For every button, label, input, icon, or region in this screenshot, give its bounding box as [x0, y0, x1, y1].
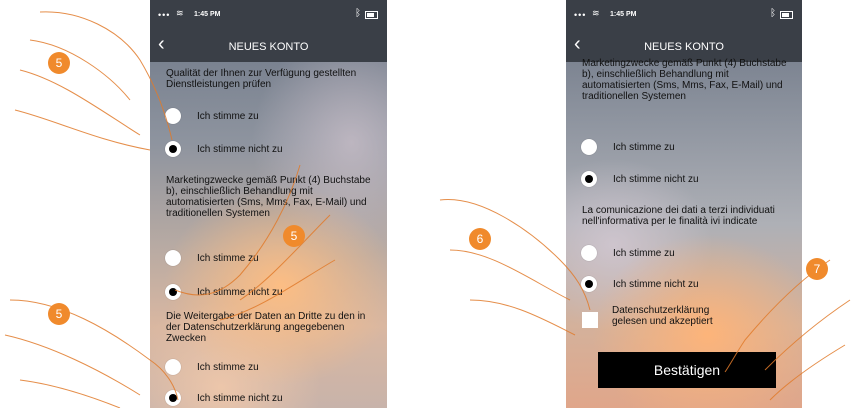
step-badge: 5 [283, 225, 305, 247]
step-badge: 6 [469, 228, 491, 250]
hand-pointer-icon [439, 199, 591, 336]
hand-pointer-icon [174, 164, 336, 321]
hand-pointer-icon [4, 299, 179, 408]
step-badge: 5 [48, 52, 70, 74]
hand-pointer-overlay [4, 11, 851, 408]
hand-pointer-icon [724, 259, 851, 401]
hand-pointer-icon [14, 11, 173, 151]
step-badge: 5 [48, 303, 70, 325]
step-badge: 7 [806, 258, 828, 280]
